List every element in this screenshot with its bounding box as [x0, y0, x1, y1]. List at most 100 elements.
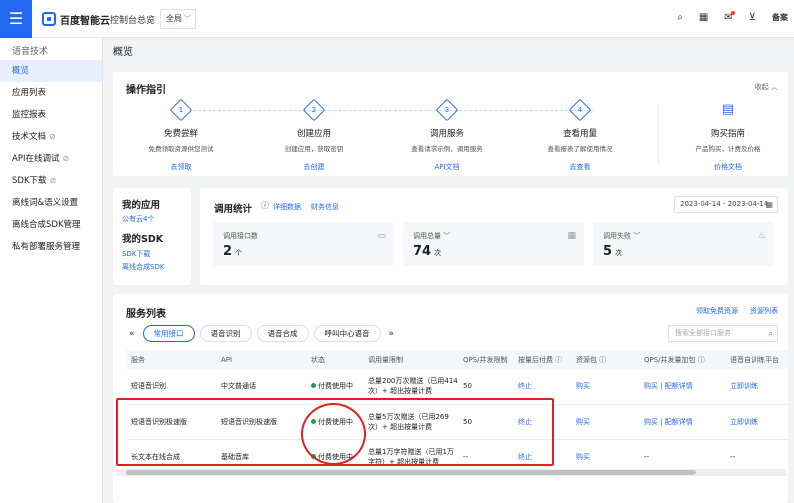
col-training: 语音自训练平台	[725, 350, 788, 369]
region-value: 全局	[166, 14, 182, 23]
sidebar-item-sdk[interactable]: SDK下载 ⊘	[0, 170, 102, 192]
step-number: 1	[169, 98, 193, 122]
cart-icon[interactable]: ⊻	[749, 12, 756, 23]
col-status: 状态	[306, 350, 363, 369]
step-link[interactable]: 去查看	[520, 162, 640, 172]
col-postpay: 按量后付费 ⓘ	[513, 350, 571, 369]
filing-link[interactable]: 备案	[772, 12, 788, 23]
sidebar-item-label: 监控报表	[12, 110, 47, 120]
sidebar-item-label: API在线调试	[12, 154, 60, 164]
sidebar-item-monitor[interactable]: 监控报表	[0, 104, 102, 126]
sidebar-item-docs[interactable]: 技术文档 ⊘	[0, 126, 102, 148]
grid-icon[interactable]: ▦	[699, 12, 708, 23]
service-search-input[interactable]: 搜索全部接口服务 ⌕	[668, 325, 778, 342]
double-chevron-left-icon[interactable]: «	[126, 329, 138, 339]
divider	[658, 104, 659, 164]
console-overview-link[interactable]: 控制台总览	[110, 13, 155, 26]
col-qps-package: QPS/并发量加包 ⓘ	[639, 350, 725, 369]
buy-link[interactable]: 价格文档	[668, 162, 788, 172]
sdk-download-link[interactable]: SDK下载	[122, 249, 191, 259]
step-link[interactable]: API文档	[387, 162, 507, 172]
sidebar-item-label: 技术文档	[12, 132, 47, 142]
sidebar-item-private-deploy[interactable]: 私有部署服务管理	[0, 236, 102, 258]
step-number: 2	[302, 98, 326, 122]
region-select[interactable]: 全局 ﹀	[160, 9, 196, 29]
stat-label: 调用总量 ﹀	[413, 232, 451, 240]
sidebar-title: 语音技术	[12, 47, 49, 57]
step-3: 3 调用服务 查看请求示例，调用服务 API文档	[387, 98, 507, 172]
sidebar-item-app-list[interactable]: 应用列表	[0, 82, 102, 104]
service-links: 领取免费资源 资源列表	[696, 306, 778, 316]
qps-buy-link[interactable]: 购买 | 配额详情	[639, 404, 725, 440]
my-app-card: 我的应用 公有云4个 我的SDK SDK下载 离线合成SDK	[113, 188, 191, 285]
logo[interactable]: 百度智能云	[42, 11, 110, 27]
train-link[interactable]: 立即训练	[725, 369, 788, 405]
double-chevron-right-icon[interactable]: »	[386, 329, 398, 339]
step-4: 4 查看用量 查看报表了解使用情况 去查看	[520, 98, 640, 172]
server-icon: ▭	[377, 231, 386, 241]
tab-finance-info[interactable]: 财务信息	[311, 202, 339, 212]
step-desc: 查看请求示例，调用服务	[411, 145, 483, 153]
sidebar-item-overview[interactable]: 概览	[0, 60, 102, 82]
tab-common-api[interactable]: 常用接口	[142, 325, 195, 342]
help-icon[interactable]: ⓘ	[261, 200, 269, 211]
alert-icon: ♨	[757, 231, 766, 241]
horizontal-scrollbar[interactable]	[116, 469, 786, 476]
sidebar-item-label: SDK下载	[12, 176, 47, 186]
step-title: 创建应用	[296, 129, 331, 139]
sidebar-item-label: 应用列表	[12, 88, 47, 98]
search-placeholder: 搜索全部接口服务	[675, 329, 731, 337]
external-link-icon: ⊘	[62, 154, 70, 163]
guide-card: 操作指引 收起 ︿ 1 免费尝鲜 免费领取资源供您测试 去领取 2 创建应用 创…	[113, 72, 788, 176]
col-qps: QPS/并发限制	[458, 350, 513, 369]
sidebar: 语音技术 概览 应用列表 监控报表 技术文档 ⊘ API在线调试 ⊘ SDK下载 ⊘ …	[0, 38, 103, 503]
step-2: 2 创建应用 创建应用，获取密钥 去创建	[254, 98, 374, 172]
train-link[interactable]: 立即训练	[725, 404, 788, 440]
service-tabs: « 常用接口 语音识别 语音合成 呼叫中心语音 »	[126, 325, 397, 342]
stat-label: 调用接口数	[223, 232, 258, 240]
stat-label: 调用失败 ﹀	[603, 232, 641, 240]
stat-box-failed-calls: 调用失败 ﹀ 5次 ♨	[593, 222, 774, 266]
collapse-button[interactable]: 收起 ︿	[755, 82, 778, 92]
sidebar-item-offline-sdk[interactable]: 离线合成SDK管理	[0, 214, 102, 236]
external-link-icon: ⊘	[49, 132, 56, 141]
step-title: 调用服务	[429, 129, 464, 139]
tab-call-center[interactable]: 呼叫中心语音	[313, 325, 381, 342]
scrollbar-thumb[interactable]	[126, 470, 696, 475]
status-dot	[311, 383, 316, 389]
buy-title: 购买指南	[710, 129, 745, 139]
date-range-picker[interactable]: 2023-04-14 - 2023-04-14 ▦	[674, 196, 778, 213]
my-app-link[interactable]: 公有云4个	[122, 214, 191, 224]
sidebar-item-api-debug[interactable]: API在线调试 ⊘	[0, 148, 102, 170]
page-title: 概览	[113, 47, 133, 58]
highlight-ellipse	[301, 403, 366, 465]
message-icon[interactable]: ✉	[724, 11, 736, 23]
step-link[interactable]: 去创建	[254, 162, 374, 172]
step-desc: 创建应用，获取密钥	[284, 145, 344, 153]
sidebar-item-offline-words[interactable]: 离线词&语义设置	[0, 192, 102, 214]
tab-speech-recognition[interactable]: 语音识别	[199, 325, 252, 342]
buy-link[interactable]: 购买	[571, 404, 639, 440]
stat-box-total-calls: 调用总量 ﹀ 74 次 ▦	[403, 222, 584, 266]
col-limit: 调用量限制	[363, 350, 458, 369]
sidebar-item-label: 私有部署服务管理	[12, 242, 81, 252]
resource-list-link[interactable]: 资源列表	[750, 306, 778, 316]
step-1: 1 免费尝鲜 免费领取资源供您测试 去领取	[121, 98, 241, 172]
step-link[interactable]: 去领取	[121, 162, 241, 172]
search-icon[interactable]: ⌕	[677, 12, 683, 23]
stat-value: 5次	[603, 244, 623, 259]
sidebar-item-label: 离线词&语义设置	[12, 198, 79, 208]
table-header: 服务 API 状态 调用量限制 QPS/并发限制 按量后付费 ⓘ 资源包 ⓘ Q…	[126, 350, 788, 369]
tab-detail-data[interactable]: 详细数据	[273, 202, 301, 212]
step-title: 查看用量	[562, 129, 597, 139]
buy-link[interactable]: 购买	[571, 369, 639, 405]
col-api: API	[216, 350, 306, 369]
calendar-icon: ▦	[765, 200, 773, 209]
menu-icon[interactable]: ☰	[0, 0, 32, 38]
tab-speech-synthesis[interactable]: 语音合成	[256, 325, 309, 342]
guide-title: 操作指引	[126, 85, 166, 96]
qps-buy-link[interactable]: 购买 | 配额详情	[639, 369, 725, 405]
logo-text: 百度智能云	[60, 15, 110, 27]
offline-sdk-link[interactable]: 离线合成SDK	[122, 262, 191, 272]
free-resource-link[interactable]: 领取免费资源	[696, 306, 738, 316]
